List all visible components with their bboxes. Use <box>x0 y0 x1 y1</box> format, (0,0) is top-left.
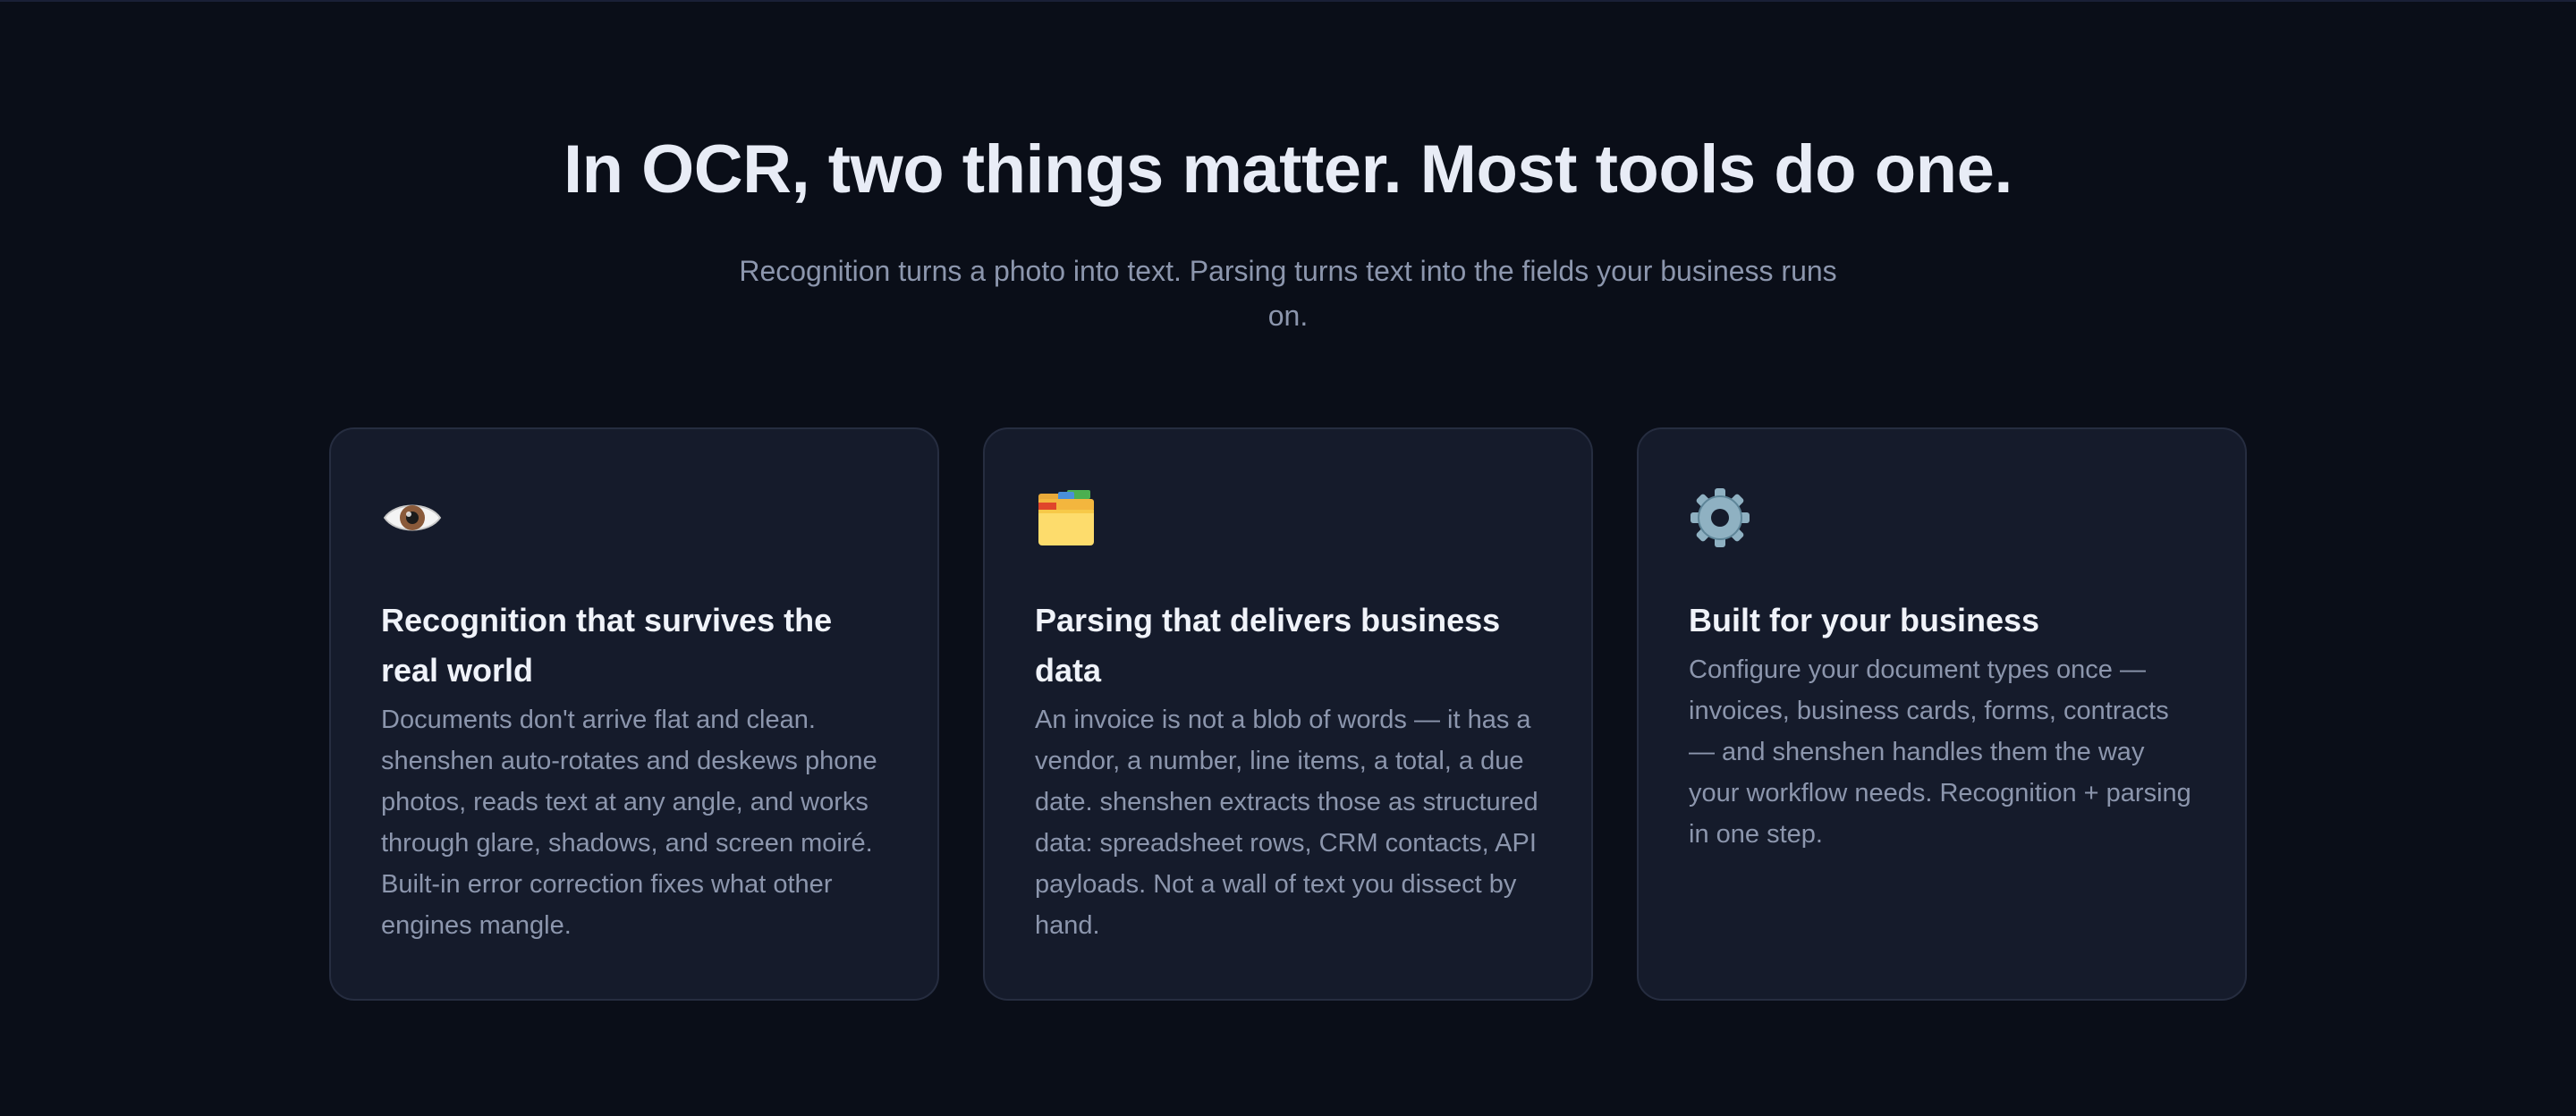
feature-card-title: Recognition that survives the real world <box>381 602 833 689</box>
feature-card-text: An invoice is not a blob of words — it h… <box>1035 706 1538 940</box>
features-section: In OCR, two things matter. Most tools do… <box>0 0 2576 1116</box>
feature-card-title: Built for your business <box>1689 602 2040 638</box>
feature-card-business: Built for your business Configure your d… <box>1637 427 2247 1001</box>
eye-icon <box>381 486 444 549</box>
section-title: In OCR, two things matter. Most tools do… <box>564 131 2012 207</box>
feature-card-title: Parsing that delivers business data <box>1035 602 1501 689</box>
feature-card-parsing: Parsing that delivers business data An i… <box>983 427 1593 1001</box>
folder-icon <box>1035 486 1097 549</box>
feature-cards: Recognition that survives the real world… <box>329 427 2247 1001</box>
feature-card-text: Documents don't arrive flat and clean. s… <box>381 706 877 940</box>
gear-icon <box>1689 486 1751 549</box>
section-subtitle: Recognition turns a photo into text. Par… <box>739 255 1837 332</box>
feature-card-text: Configure your document types once — inv… <box>1689 655 2191 849</box>
feature-card-recognition: Recognition that survives the real world… <box>329 427 939 1001</box>
